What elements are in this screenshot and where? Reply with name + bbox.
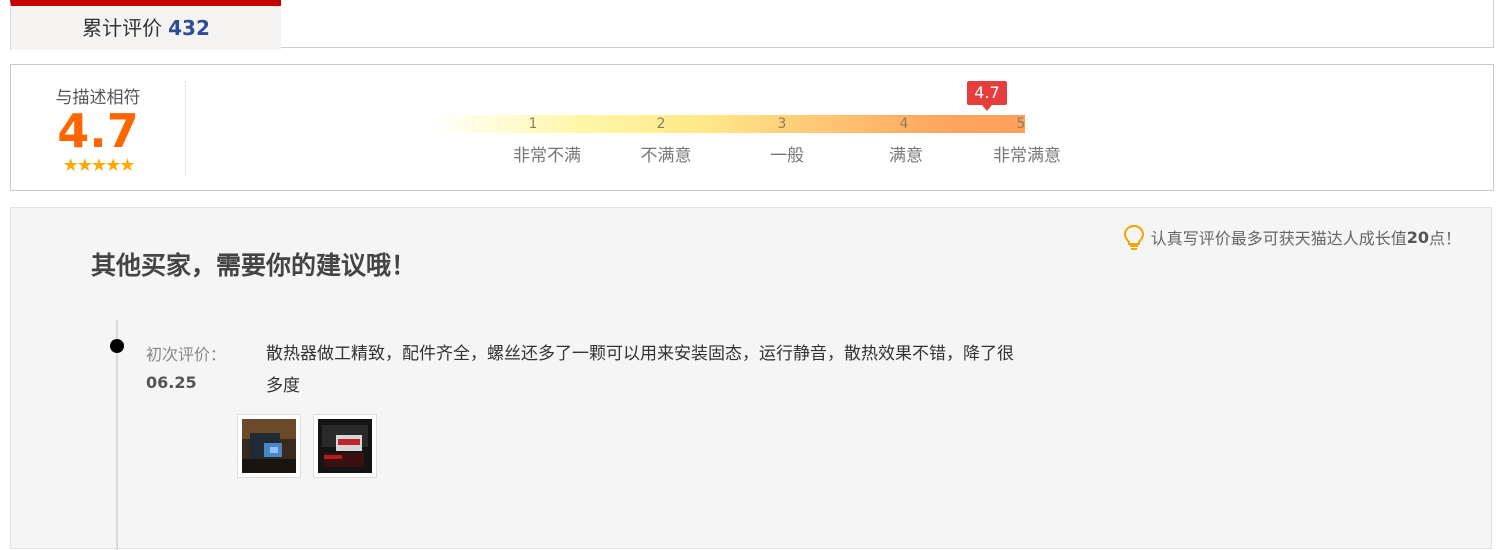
review-image-2[interactable] [313, 414, 377, 478]
tab-label: 累计评价 [82, 16, 163, 40]
rating-scale-bar [431, 115, 1025, 133]
score-marker-pointer [982, 105, 992, 111]
scale-word-3: 一般 [770, 146, 804, 166]
scale-word-5: 非常满意 [993, 146, 1061, 166]
tip-points: 20 [1406, 227, 1429, 247]
scale-tick-2: 2 [656, 116, 666, 132]
section-heading: 其他买家，需要你的建议哦！ [91, 251, 417, 280]
tab-bar: 累计评价 432 [10, 0, 1494, 50]
tip-text: 认真写评价最多可获天猫达人成长值 [1150, 229, 1407, 248]
review-photo-2 [318, 419, 372, 473]
review-photo-1 [242, 419, 296, 473]
review-date: 06.25 [146, 373, 197, 392]
review-count: 432 [168, 16, 210, 40]
divider [185, 81, 186, 175]
scale-word-4: 满意 [889, 146, 923, 166]
review-text: 散热器做工精致，配件齐全，螺丝还多了一颗可以用来安装固态，运行静音，散热效果不错… [266, 344, 1014, 396]
rating-stars: ★★★★★ [62, 155, 136, 176]
review-section: 认真写评价最多可获天猫达人成长值 20 点！ 其他买家，需要你的建议哦！ 初次评价：… [10, 207, 1492, 550]
scale-word-2: 不满意 [640, 146, 692, 166]
timeline-dot [110, 339, 124, 353]
scale-tick-3: 3 [777, 116, 787, 132]
scale-tick-1: 1 [528, 116, 538, 132]
scale-tick-4: 4 [899, 116, 909, 132]
review-label: 初次评价： [146, 345, 227, 364]
rating-score: 4.7 [57, 104, 139, 158]
tip-suffix: 点！ [1428, 229, 1461, 248]
tab-cumulative-reviews[interactable]: 累计评价 432 [10, 0, 281, 50]
tab-divider [281, 47, 1494, 48]
lightbulb-icon [1123, 224, 1144, 250]
tab-divider-right [1493, 0, 1494, 48]
score-marker: 4.7 [967, 81, 1007, 105]
reward-tip: 认真写评价最多可获天猫达人成长值 20 点！ [1123, 224, 1461, 250]
review-timeline [116, 320, 118, 550]
scale-word-1: 非常不满 [513, 146, 581, 166]
scale-tick-5: 5 [1016, 116, 1026, 132]
rating-summary: 与描述相符 4.7 ★★★★★ 1 2 3 4 5 非常不满 不满意 一般 满意… [10, 64, 1494, 191]
review-image-1[interactable] [237, 414, 301, 478]
